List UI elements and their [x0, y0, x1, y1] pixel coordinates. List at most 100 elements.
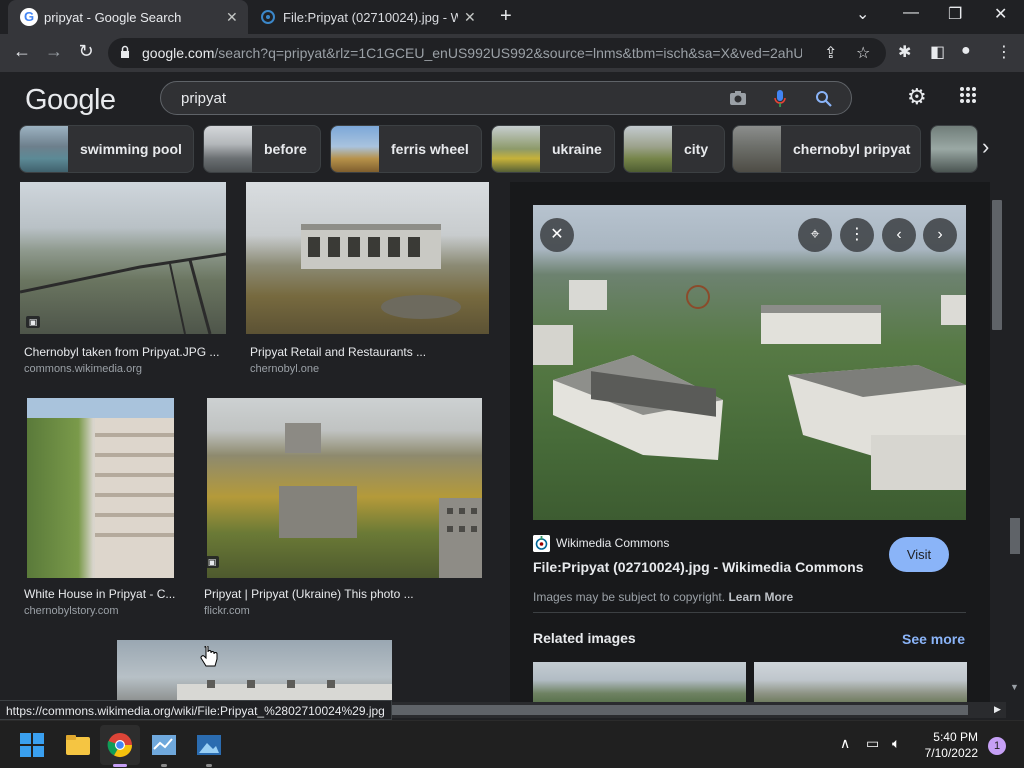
new-tab-icon[interactable]: +: [500, 5, 512, 28]
minimize-icon[interactable]: —: [903, 4, 919, 22]
tab-wikimedia[interactable]: File:Pripyat (02710024).jpg - Wiki ✕: [252, 0, 488, 34]
share-icon[interactable]: ⇪: [824, 43, 837, 63]
roofline-graphic: [177, 680, 392, 702]
page-scroll-thumb[interactable]: [1010, 518, 1020, 554]
back-arrow-icon[interactable]: ←: [10, 41, 34, 62]
forward-arrow-icon[interactable]: →: [42, 41, 66, 62]
close-tab-icon[interactable]: ✕: [226, 9, 238, 26]
chip-ferris-wheel[interactable]: ferris wheel: [330, 125, 482, 173]
profile-icon[interactable]: ●: [961, 42, 971, 60]
result-card[interactable]: ▣ Chernobyl taken from Pripyat.JPG ... c…: [20, 182, 226, 382]
result-image[interactable]: ▣: [207, 398, 482, 578]
system-monitor-icon[interactable]: [150, 731, 178, 759]
hand-cursor-icon: [200, 646, 218, 667]
result-source[interactable]: chernobyl.one: [250, 363, 319, 375]
result-image[interactable]: [117, 640, 392, 702]
close-window-icon[interactable]: ✕: [994, 4, 1007, 24]
extensions-icon[interactable]: ✱: [898, 42, 911, 62]
chevron-right-icon[interactable]: ›: [982, 134, 989, 160]
search-query: pripyat: [181, 90, 227, 107]
chip-chernobyl-pripyat[interactable]: chernobyl pripyat: [732, 125, 921, 173]
result-image[interactable]: [27, 398, 174, 578]
result-card[interactable]: Pripyat Retail and Restaurants ... chern…: [246, 182, 489, 382]
next-image-icon[interactable]: ›: [923, 218, 957, 252]
chip-label: ferris wheel: [391, 141, 469, 157]
open-app-indicator: [206, 764, 212, 767]
google-logo[interactable]: Google: [25, 84, 116, 117]
tab-search-chevron-icon[interactable]: ⌄: [856, 4, 869, 24]
related-image[interactable]: [754, 662, 967, 702]
tab-google-search[interactable]: G pripyat - Google Search ✕: [8, 0, 248, 34]
panel-scroll-thumb[interactable]: [992, 200, 1002, 330]
result-image[interactable]: ▣: [20, 182, 226, 334]
image-results-grid: ▣ Chernobyl taken from Pripyat.JPG ... c…: [0, 182, 508, 702]
open-app-indicator: [161, 764, 167, 767]
chrome-icon[interactable]: [106, 731, 134, 759]
chip-thumbnail: [492, 126, 540, 172]
result-caption[interactable]: Chernobyl taken from Pripyat.JPG ...: [24, 345, 219, 359]
result-source[interactable]: commons.wikimedia.org: [24, 363, 142, 375]
related-image[interactable]: [533, 662, 746, 702]
taskbar-clock[interactable]: 5:40 PM 7/10/2022: [918, 729, 978, 761]
tab-title: File:Pripyat (02710024).jpg - Wiki: [283, 9, 458, 25]
result-caption[interactable]: White House in Pripyat - C...: [24, 587, 175, 601]
image-badge-icon: ▣: [26, 316, 40, 328]
windows-start-icon[interactable]: [20, 733, 44, 757]
close-preview-icon[interactable]: ✕: [540, 218, 574, 252]
result-card[interactable]: ▣ Pripyat | Pripyat (Ukraine) This photo…: [204, 398, 482, 623]
lock-icon: [121, 45, 129, 58]
more-options-icon[interactable]: ⋮: [840, 218, 874, 252]
scroll-right-arrow-icon[interactable]: ▶: [994, 704, 1001, 715]
clock-time: 5:40 PM: [933, 730, 978, 744]
chip-ukraine[interactable]: ukraine: [491, 125, 615, 173]
vertical-scrollbar[interactable]: ▼: [990, 182, 1024, 702]
chip-thumbnail: [624, 126, 672, 172]
chip-before[interactable]: before: [203, 125, 321, 173]
photos-app-icon[interactable]: [195, 731, 223, 759]
learn-more-link[interactable]: Learn More: [728, 590, 793, 604]
scroll-down-arrow-icon[interactable]: ▼: [1010, 682, 1019, 692]
search-icon[interactable]: [815, 90, 832, 107]
previous-image-icon[interactable]: ‹: [882, 218, 916, 252]
search-input[interactable]: pripyat: [160, 81, 852, 115]
visit-button[interactable]: Visit: [889, 537, 949, 572]
close-tab-icon[interactable]: ✕: [464, 9, 476, 26]
building-graphic: [301, 224, 461, 319]
google-apps-grid-icon[interactable]: [959, 86, 977, 104]
chip-swimming-pool[interactable]: swimming pool: [19, 125, 194, 173]
chip-thumbnail: [20, 126, 68, 172]
preview-image[interactable]: ✕ ⌖ ⋮ ‹ ›: [533, 205, 966, 520]
menu-kebab-icon[interactable]: ⋮: [996, 42, 1012, 62]
horizontal-scroll-thumb[interactable]: [380, 705, 968, 715]
result-card[interactable]: White House in Pripyat - C... chernobyls…: [24, 398, 187, 623]
result-image[interactable]: [246, 182, 489, 334]
result-caption[interactable]: Pripyat | Pripyat (Ukraine) This photo .…: [204, 587, 414, 601]
source-site-row[interactable]: Wikimedia Commons: [533, 534, 669, 552]
related-images-heading: Related images: [533, 630, 636, 646]
see-more-link[interactable]: See more: [902, 631, 965, 647]
result-source[interactable]: flickr.com: [204, 605, 250, 617]
address-bar[interactable]: google.com/search?q=pripyat&rlz=1C1GCEU_…: [108, 38, 886, 68]
preview-title-link[interactable]: File:Pripyat (02710024).jpg - Wikimedia …: [533, 559, 864, 575]
result-caption[interactable]: Pripyat Retail and Restaurants ...: [250, 345, 426, 359]
result-source[interactable]: chernobylstory.com: [24, 605, 119, 617]
file-explorer-icon[interactable]: [64, 731, 92, 759]
camera-icon[interactable]: [729, 90, 747, 106]
microphone-icon[interactable]: [773, 89, 787, 109]
chip-partial[interactable]: [930, 125, 978, 173]
tray-chevron-up-icon[interactable]: ∧: [840, 735, 850, 752]
lens-search-icon[interactable]: ⌖: [798, 218, 832, 252]
bookmark-star-icon[interactable]: ☆: [856, 43, 870, 63]
reload-icon[interactable]: ↻: [74, 41, 98, 62]
side-panel-icon[interactable]: ◧: [930, 42, 945, 62]
chip-city[interactable]: city: [623, 125, 725, 173]
restore-icon[interactable]: ❐: [948, 4, 962, 24]
notification-badge[interactable]: 1: [988, 737, 1006, 755]
volume-icon[interactable]: 🔈︎: [892, 735, 900, 752]
settings-gear-icon[interactable]: ⚙: [907, 84, 927, 110]
result-card[interactable]: [117, 640, 392, 702]
network-icon[interactable]: ▭: [866, 735, 879, 752]
source-site-name: Wikimedia Commons: [556, 536, 670, 550]
tab-title: pripyat - Google Search: [44, 9, 182, 25]
image-preview-panel: ✕ ⌖ ⋮ ‹ › Wikimedia Commons Visit File:P…: [510, 182, 990, 702]
